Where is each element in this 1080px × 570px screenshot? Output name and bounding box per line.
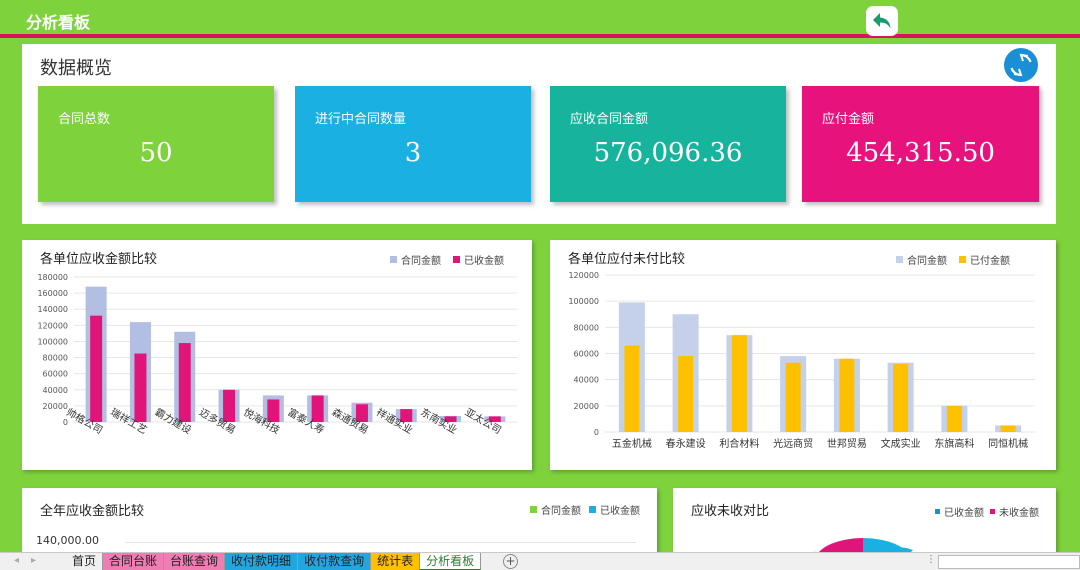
- bar-已付金额: [624, 345, 640, 432]
- legend-swatch-received: [589, 506, 596, 513]
- y-tick-label: 140,000.00: [36, 534, 99, 547]
- sheet-tab-payment-detail[interactable]: 收付款明细: [225, 553, 299, 570]
- sheet-tab-contract-ledger[interactable]: 合同台账: [103, 553, 165, 570]
- title-bar: 分析看板: [0, 0, 1080, 38]
- receivable-bar-chart: 0 20000 40000 60000 80000 100000 120000 140000 1…: [37, 273, 517, 437]
- x-tick-label: 五金机械: [612, 437, 652, 450]
- y-tick-label: 180000: [37, 273, 68, 282]
- y-tick-label: 40000: [574, 376, 599, 385]
- card-value: 576,096.36: [593, 138, 743, 168]
- x-tick-label: 文成实业: [881, 437, 921, 450]
- panel-legend: 合同金额 已收金额: [530, 502, 640, 517]
- x-tick-label: 光远商贸: [773, 437, 813, 450]
- sheet-nav-arrows[interactable]: ◂▸: [14, 555, 48, 566]
- x-tick-label: 东旗高科: [934, 437, 974, 450]
- bar-已收金额: [90, 315, 103, 422]
- overview-panel: 数据概览 合同总数 50 进行中合同数量 3 应收合同金额 576,096.36…: [22, 44, 1056, 224]
- y-tick-label: 60000: [574, 350, 599, 359]
- sheet-tabs: 首页 合同台账 台账查询 收付款明细 收付款查询 统计表 分析看板: [66, 553, 482, 570]
- bar-已收金额: [223, 389, 236, 422]
- y-tick-label: 120000: [37, 321, 68, 330]
- receivable-compare-panel: 应收未收对比 已收金额 未收金额: [673, 488, 1056, 558]
- plus-circle-icon[interactable]: +: [503, 554, 518, 569]
- y-tick-label: 0: [63, 418, 68, 427]
- x-tick-label: 利合材料: [719, 437, 759, 450]
- y-tick-label: 80000: [43, 354, 68, 363]
- card-value: 3: [404, 138, 422, 168]
- bar-已付金额: [678, 356, 694, 432]
- horizontal-scrollbar[interactable]: [938, 555, 1080, 569]
- x-tick-label: 世邦贸易: [827, 437, 867, 450]
- bar-已收金额: [178, 343, 191, 422]
- card-value: 454,315.50: [846, 138, 995, 168]
- bar-已付金额: [839, 358, 855, 432]
- x-tick-label: 同恒机械: [988, 437, 1028, 450]
- card-receivable-amount: 应收合同金额 576,096.36: [550, 86, 786, 202]
- card-value: 50: [139, 138, 173, 168]
- refresh-icon: [1010, 53, 1032, 77]
- sheet-tab-payment-query[interactable]: 收付款查询: [298, 553, 372, 570]
- sheet-tab-home[interactable]: 首页: [66, 553, 104, 570]
- pie-chart-top: [813, 538, 913, 558]
- y-tick-label: 60000: [43, 370, 68, 379]
- payable-bar-chart: 0 20000 40000 60000 80000 100000 120000 五金机械 春永建…: [568, 271, 1035, 450]
- bar-已收金额: [134, 353, 147, 422]
- y-tick-label: 20000: [574, 402, 599, 411]
- y-tick-label: 120000: [568, 271, 599, 280]
- bar-已付金额: [1000, 425, 1016, 432]
- bar-已付金额: [893, 363, 909, 432]
- card-label: 应付金额: [822, 112, 875, 127]
- gridline: [126, 542, 636, 543]
- sheet-tab-ledger-query[interactable]: 台账查询: [164, 553, 226, 570]
- reply-arrow-icon: [873, 13, 891, 29]
- card-active-contracts: 进行中合同数量 3: [295, 86, 531, 202]
- card-label: 应收合同金额: [570, 112, 649, 127]
- y-tick-label: 0: [594, 428, 599, 437]
- x-tick-label: 春永建设: [666, 437, 706, 450]
- card-payable-amount: 应付金额 454,315.50: [802, 86, 1039, 202]
- page-title: 分析看板: [26, 13, 91, 32]
- receivable-chart-panel: 各单位应收金额比较 合同金额 已收金额 0 20000 40000 60000 8000…: [22, 240, 532, 470]
- sheet-tab-dashboard[interactable]: 分析看板: [420, 553, 482, 570]
- y-tick-label: 40000: [43, 386, 68, 395]
- card-label: 合同总数: [58, 112, 111, 127]
- card-label: 进行中合同数量: [315, 112, 407, 127]
- overview-heading: 数据概览: [40, 58, 112, 79]
- card-contract-count: 合同总数 50: [38, 86, 274, 202]
- bar-已付金额: [946, 405, 962, 432]
- back-button[interactable]: [866, 6, 898, 36]
- bar-已收金额: [267, 399, 280, 422]
- y-tick-label: 100000: [568, 297, 599, 306]
- annual-receivable-panel: 全年应收金额比较 合同金额 已收金额 140,000.00: [22, 488, 657, 558]
- bar-已收金额: [311, 395, 324, 422]
- bar-已付金额: [731, 335, 747, 432]
- y-tick-label: 80000: [574, 323, 599, 332]
- sheet-tab-bar: ◂▸ 首页 合同台账 台账查询 收付款明细 收付款查询 统计表 分析看板 + ⋮: [0, 552, 1080, 570]
- bar-已付金额: [785, 362, 801, 432]
- sheet-tab-statistics[interactable]: 统计表: [371, 553, 421, 570]
- y-tick-label: 140000: [37, 305, 68, 314]
- scroll-splitter[interactable]: ⋮: [926, 554, 936, 565]
- refresh-button[interactable]: [1004, 48, 1038, 82]
- y-tick-label: 160000: [37, 289, 68, 298]
- payable-chart-panel: 各单位应付未付比较 合同金额 已付金额 0 20000 40000 60000 8000…: [550, 240, 1056, 470]
- legend-label: 合同金额: [541, 506, 581, 517]
- y-tick-label: 100000: [37, 337, 68, 346]
- y-tick-label: 20000: [43, 402, 68, 411]
- legend-label: 已收金额: [600, 506, 640, 517]
- legend-swatch-contract: [530, 506, 537, 513]
- panel-title: 全年应收金额比较: [40, 504, 145, 519]
